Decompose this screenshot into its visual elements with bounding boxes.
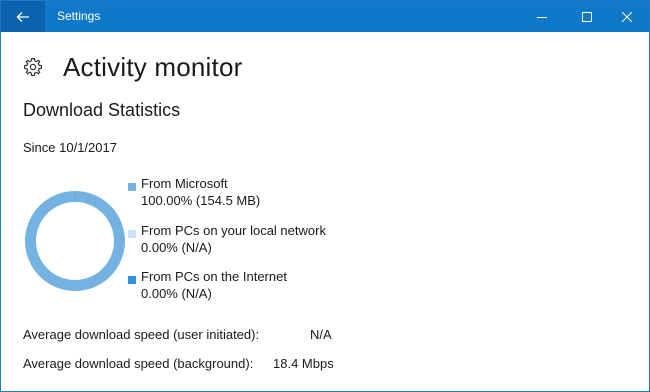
maximize-icon: [582, 11, 592, 22]
arrow-left-icon: [16, 11, 29, 22]
legend-value: 100.00% (154.5 MB): [141, 193, 261, 208]
page-header: Activity monitor: [23, 51, 242, 83]
donut-slice-from-microsoft: [25, 191, 125, 291]
section-title: Download Statistics: [23, 100, 181, 120]
page-title: Activity monitor: [63, 51, 243, 82]
legend-value: 0.00% (N/A): [141, 240, 212, 255]
legend-name: From Microsoft: [141, 176, 228, 191]
legend-value: 0.00% (N/A): [141, 286, 212, 301]
legend-swatch: [128, 183, 136, 191]
back-button[interactable]: [1, 1, 45, 32]
legend-swatch: [128, 230, 136, 238]
legend-swatch: [128, 276, 136, 284]
avg-speed-user-label: Average download speed (user initiated):: [23, 327, 260, 342]
gear-icon: [23, 57, 43, 77]
download-donut-chart: [25, 191, 125, 291]
legend-name: From PCs on the Internet: [141, 269, 287, 284]
avg-speed-background-label: Average download speed (background):: [23, 356, 254, 371]
avg-speed-background-value: 18.4 Mbps: [273, 356, 334, 371]
legend-name: From PCs on your local network: [141, 223, 326, 238]
window-title: Settings: [57, 9, 101, 23]
minimize-button[interactable]: [519, 1, 565, 32]
settings-window: Settings Activity monitor Download Stati…: [0, 0, 650, 392]
avg-speed-user-value: N/A: [310, 327, 332, 342]
minimize-icon: [537, 16, 547, 18]
since-date: Since 10/1/2017: [23, 140, 117, 155]
title-bar: Settings: [1, 1, 649, 32]
close-icon: [622, 11, 632, 22]
close-button[interactable]: [604, 1, 650, 32]
